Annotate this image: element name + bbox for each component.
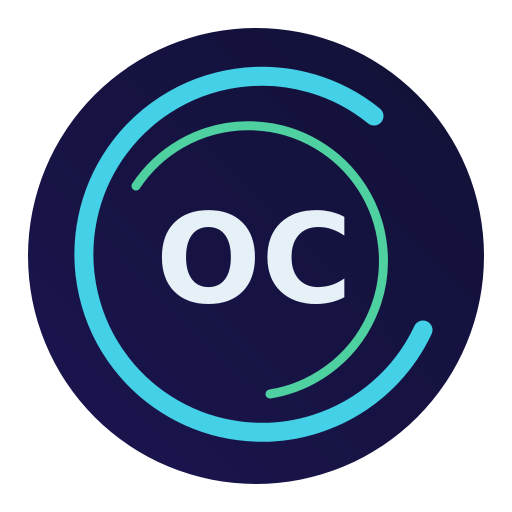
app-icon: OC [0, 0, 512, 512]
oc-logo: OC [28, 28, 484, 484]
logo-monogram: OC [156, 188, 352, 332]
